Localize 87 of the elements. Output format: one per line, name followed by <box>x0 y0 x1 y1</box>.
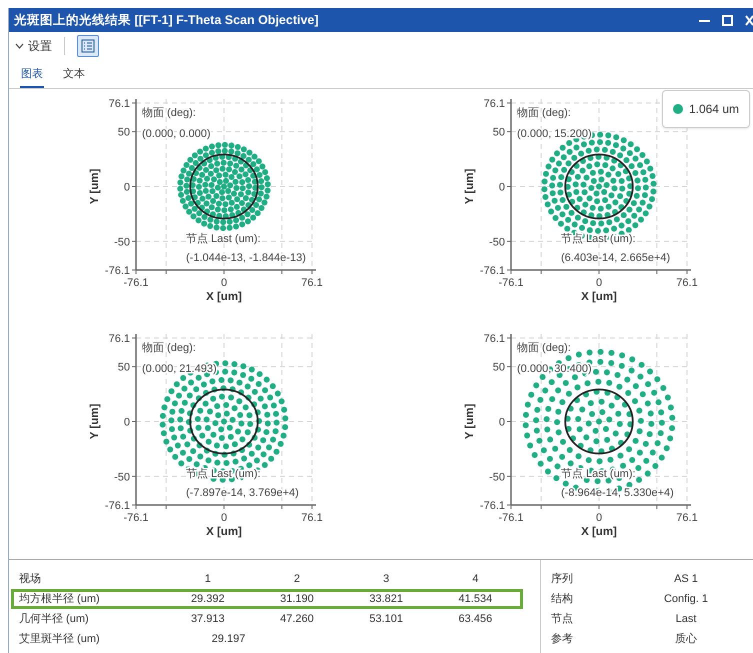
table-cell-text: 37.913 <box>190 612 226 627</box>
x-tick-label: -76.1 <box>498 277 524 289</box>
y-tick-label: 50 <box>492 362 505 374</box>
object-label: 物面 (deg): <box>142 107 196 119</box>
x-axis-label: X [um] <box>581 291 617 303</box>
info-label: 节点 <box>551 612 574 627</box>
y-tick-label: 50 <box>118 126 130 139</box>
table-cell-text: 3 <box>382 572 390 587</box>
x-tick-label: 76.1 <box>676 277 698 289</box>
y-tick-label: 76.1 <box>484 333 505 345</box>
table-cell-text: 41.534 <box>458 592 494 607</box>
object-value: (0.000, 0.000) <box>142 128 210 140</box>
chevron-icon[interactable] <box>15 43 24 49</box>
y-axis-label: Y [um] <box>464 404 476 440</box>
table-cell-text: 33.821 <box>368 592 404 607</box>
table-cell-text: 4 <box>471 572 480 587</box>
node-label: 节点 Last (um): <box>561 233 636 245</box>
table-cell-text: 1 <box>204 572 212 587</box>
x-tick-label: -76.1 <box>123 512 149 524</box>
y-axis-label: Y [um] <box>89 168 101 204</box>
row-header: 视场 <box>18 572 42 587</box>
table-cell-text: 47.260 <box>279 612 315 627</box>
table-cell-text: 53.101 <box>368 612 404 627</box>
info-value: 质心 <box>674 632 698 647</box>
maximize-icon[interactable] <box>722 14 733 26</box>
y-tick-label: 50 <box>118 362 130 374</box>
legend-label: 1.064 um <box>688 101 739 118</box>
object-label: 物面 (deg): <box>517 107 571 119</box>
tab[interactable]: 文本 <box>62 66 86 88</box>
y-tick-label: 76.1 <box>108 98 130 110</box>
x-tick-label: 0 <box>220 512 228 524</box>
x-axis-label: X [um] <box>206 526 242 538</box>
object-label: 物面 (deg): <box>517 342 571 354</box>
table-cell-text: 2 <box>292 572 302 587</box>
info-label: 参考 <box>551 632 574 647</box>
close-icon[interactable] <box>745 14 753 26</box>
x-tick-label: -76.1 <box>123 277 149 289</box>
node-value: (-8.964e-14, 5.330e+4) <box>561 487 674 499</box>
info-value: Config. 1 <box>662 592 710 607</box>
list-icon <box>81 39 95 53</box>
y-tick-label: -76.1 <box>480 500 505 512</box>
y-tick-label: -50 <box>489 471 505 484</box>
node-label: 节点 Last (um): <box>186 233 261 245</box>
y-tick-label: -50 <box>114 236 130 248</box>
row-header: 几何半径 (um) <box>18 612 90 627</box>
info-value: AS 1 <box>673 572 699 587</box>
y-axis-label: Y [um] <box>464 168 476 204</box>
info-value: Last <box>674 612 698 627</box>
y-tick-label: 76.1 <box>484 98 505 110</box>
object-value: (0.000, 15.200) <box>517 128 592 140</box>
x-axis-label: X [um] <box>581 526 617 538</box>
object-label: 物面 (deg): <box>142 342 196 354</box>
y-tick-label: -76.1 <box>480 265 505 277</box>
tab[interactable]: 图表 <box>20 66 44 88</box>
info-label: 结构 <box>551 592 574 607</box>
list-view-button[interactable] <box>77 35 99 57</box>
x-tick-label: -76.1 <box>498 512 524 524</box>
table-cell-text: 31.190 <box>279 592 315 607</box>
x-tick-label: 76.1 <box>301 512 323 524</box>
x-axis-label: X [um] <box>206 291 242 303</box>
y-tick-label: -76.1 <box>104 265 130 277</box>
node-value: (-7.897e-14, 3.769e+4) <box>186 487 299 499</box>
y-axis-label: Y [um] <box>89 404 101 440</box>
y-tick-label: -76.1 <box>104 500 130 512</box>
y-tick-label: 0 <box>498 182 505 194</box>
table-cell-text: 63.456 <box>458 612 494 627</box>
window-title: 光斑图上的光线结果 [[FT-1] F-Theta Scan Objective] <box>14 12 319 29</box>
y-tick-label: 76.1 <box>108 333 130 345</box>
y-tick-label: -50 <box>114 471 130 484</box>
x-tick-label: 76.1 <box>676 512 698 524</box>
y-tick-label: 0 <box>124 416 130 428</box>
x-tick-label: 76.1 <box>301 277 323 289</box>
x-tick-label: 0 <box>596 277 602 289</box>
node-value: (6.403e-14, 2.665e+4) <box>561 252 670 264</box>
info-label: 序列 <box>551 572 574 587</box>
y-tick-label: -50 <box>489 236 505 248</box>
row-header: 均方根半径 (um) <box>18 592 101 607</box>
x-tick-label: 0 <box>220 277 228 289</box>
x-tick-label: 0 <box>596 512 602 524</box>
table-cell-text: 29.392 <box>190 592 226 607</box>
y-tick-label: 0 <box>498 416 505 428</box>
row-header: 艾里斑半径 (um) <box>18 632 101 647</box>
table-cell-text: 29.197 <box>210 632 246 647</box>
node-value: (-1.044e-13, -1.844e-13) <box>186 252 306 264</box>
y-tick-label: 50 <box>492 126 505 139</box>
y-tick-label: 0 <box>124 182 130 194</box>
settings-label[interactable]: 设置 <box>28 37 52 55</box>
